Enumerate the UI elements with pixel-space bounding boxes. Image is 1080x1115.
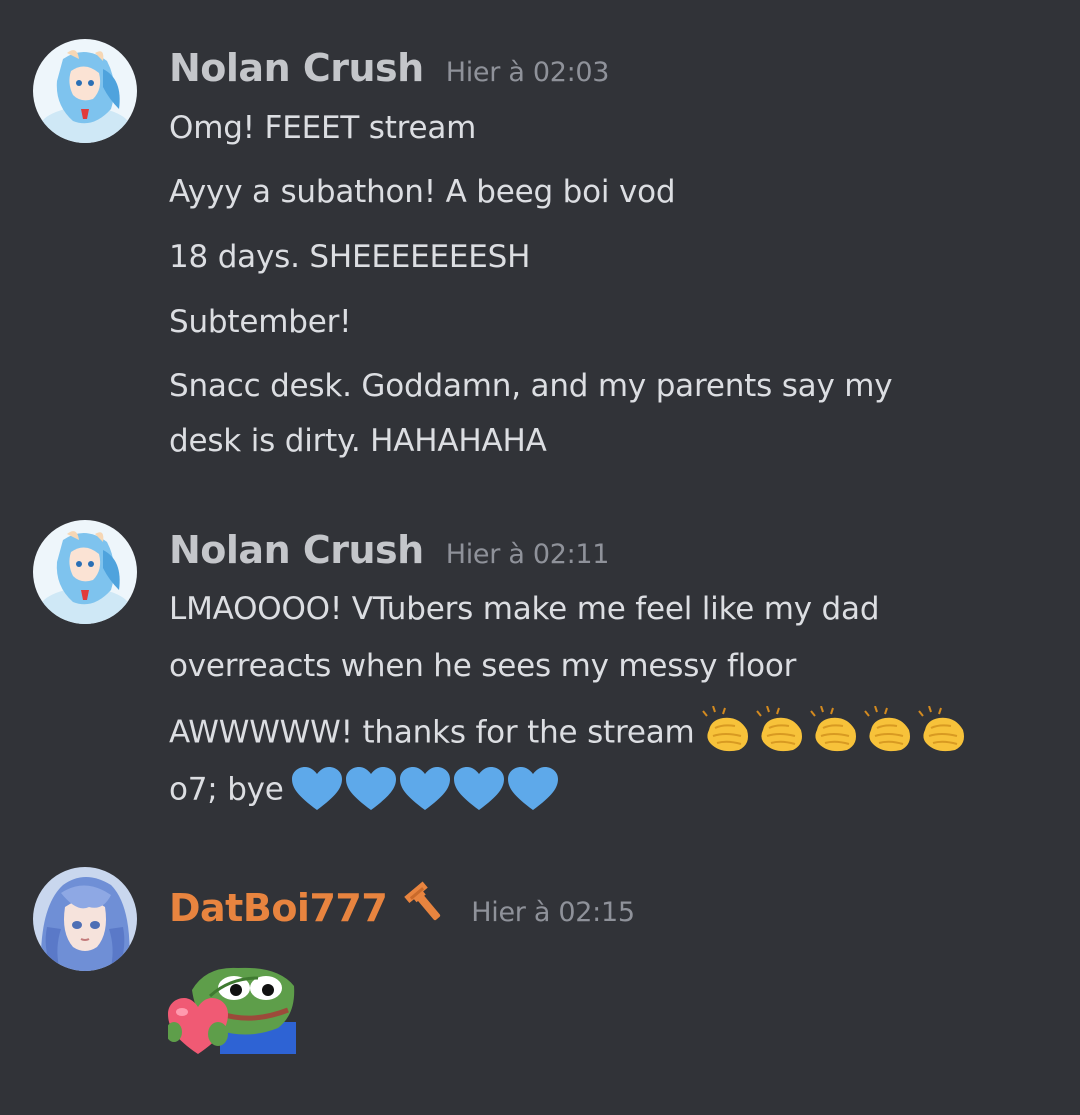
message-header: Nolan Crush Hier à 02:03 (169, 46, 609, 90)
username[interactable]: Nolan Crush (169, 528, 424, 572)
message-text: Omg! FEEET stream (169, 110, 477, 146)
blue-heart-icon (291, 767, 342, 810)
avatar[interactable] (33, 39, 137, 143)
timestamp: Hier à 02:11 (445, 539, 610, 570)
avatar[interactable] (33, 520, 137, 624)
username[interactable]: DatBoi777 (169, 886, 388, 930)
message-text: 18 days. SHEEEEEEESH (169, 239, 531, 275)
wrench-icon (401, 879, 449, 931)
clapping-hands-icon (917, 706, 964, 752)
message-text-with-emoji: o7; bye (169, 766, 560, 814)
message-text: overreacts when he sees my messy floor (169, 648, 797, 684)
message-text: LMAOOOO! VTubers make me feel like my da… (169, 591, 880, 627)
blue-heart-icon (345, 767, 396, 810)
blue-heart-icon (507, 767, 558, 810)
message-text: Snacc desk. Goddamn, and my parents say … (169, 368, 893, 404)
avatar[interactable] (33, 867, 137, 971)
clapping-hands-icon (863, 706, 910, 752)
message-text: Ayyy a subathon! A beeg boi vod (169, 174, 676, 210)
clapping-hands-icon (755, 706, 802, 752)
pepe-holding-heart-sticker[interactable] (166, 962, 296, 1054)
message-text: o7; bye (169, 771, 284, 808)
timestamp: Hier à 02:03 (445, 57, 610, 88)
blue-heart-icon (399, 767, 450, 810)
message-text: desk is dirty. HAHAHAHA (169, 423, 547, 459)
clapping-hands-icon (809, 706, 856, 752)
emoji-row (290, 766, 560, 812)
message-text-with-emoji: AWWWWW! thanks for the stream (169, 706, 971, 758)
message-header: Nolan Crush Hier à 02:11 (169, 528, 609, 572)
message-text: Subtember! (169, 304, 352, 340)
blue-heart-icon (453, 767, 504, 810)
timestamp: Hier à 02:15 (471, 897, 635, 928)
message-header: DatBoi777 Hier à 02:15 (169, 873, 635, 930)
clapping-hands-icon (701, 706, 748, 752)
message-text: AWWWWW! thanks for the stream (169, 714, 695, 751)
username[interactable]: Nolan Crush (169, 46, 424, 90)
emoji-row (701, 706, 971, 754)
